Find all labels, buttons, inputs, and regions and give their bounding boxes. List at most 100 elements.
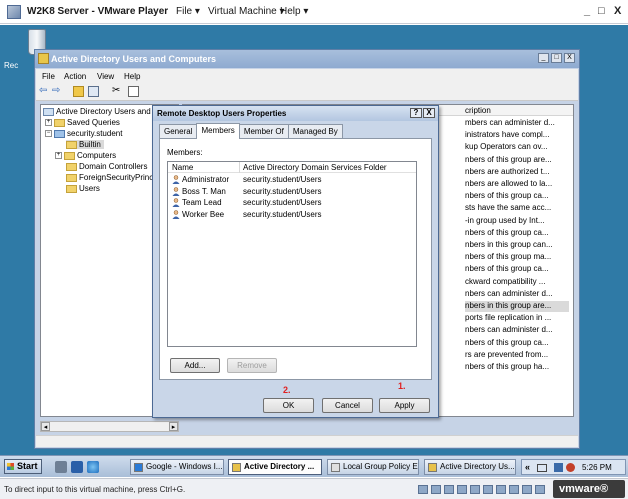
cancel-button[interactable]: Cancel	[322, 398, 373, 413]
members-list[interactable]: Name Active Directory Domain Services Fo…	[167, 161, 417, 347]
tree-horizontal-scrollbar[interactable]: ◂ ▸	[40, 421, 179, 432]
vmware-minimize-button[interactable]: _	[584, 5, 590, 17]
network-tray-icon[interactable]	[537, 464, 547, 472]
folder-column-header[interactable]: Active Directory Domain Services Folder	[243, 163, 387, 172]
properties-dialog: Remote Desktop Users Properties ? X Gene…	[152, 105, 439, 418]
group-description-row[interactable]: nbers of this group ca...	[465, 338, 569, 349]
scroll-right-icon[interactable]: ▸	[169, 422, 178, 431]
tree-saved-queries[interactable]: + Saved Queries	[45, 118, 120, 127]
display-icon[interactable]	[509, 485, 519, 494]
tree-users[interactable]: Users	[66, 184, 100, 193]
member-row[interactable]: Boss T. Man security.student/Users	[168, 186, 416, 197]
cut-icon[interactable]: ✂	[112, 86, 123, 97]
remove-button[interactable]: Remove	[227, 358, 277, 373]
tab-member-of[interactable]: Member Of	[238, 124, 289, 138]
alert-tray-icon[interactable]	[566, 463, 575, 472]
taskbar-button[interactable]: Google - Windows I...	[130, 459, 224, 475]
aduc-menu-view[interactable]: View	[97, 72, 114, 81]
group-description-row[interactable]: kup Operators can ov...	[465, 142, 569, 153]
expand-icon[interactable]: +	[55, 152, 62, 159]
taskbar-button[interactable]: Active Directory Us...	[424, 459, 516, 475]
group-description-row[interactable]: ckward compatibility ...	[465, 277, 569, 288]
usb-device-icon[interactable]	[470, 485, 480, 494]
name-column-header[interactable]: Name	[172, 163, 193, 172]
group-description-row[interactable]: ports file replication in ...	[465, 313, 569, 324]
show-tree-icon[interactable]	[88, 86, 99, 97]
vmware-menu-file[interactable]: File ▾	[176, 6, 200, 17]
group-description-row[interactable]: nbers of this group ha...	[465, 362, 569, 373]
aduc-titlebar[interactable]: Active Directory Users and Computers _ □…	[35, 50, 579, 68]
vmware-menu-virtual-machine[interactable]: Virtual Machine ▾	[208, 6, 285, 17]
hard-disk-icon[interactable]	[418, 485, 428, 494]
group-description-row[interactable]: nbers of this group ca...	[465, 228, 569, 239]
tray-expand-button[interactable]: «	[525, 462, 530, 472]
group-description-row[interactable]: nbers can administer d...	[465, 325, 569, 336]
internet-explorer-icon[interactable]	[87, 461, 99, 473]
add-button[interactable]: Add...	[170, 358, 220, 373]
server-manager-icon[interactable]	[55, 461, 67, 473]
forward-arrow-icon[interactable]: ⇨	[52, 86, 63, 97]
tab-members[interactable]: Members	[196, 123, 240, 139]
powershell-icon[interactable]	[71, 461, 83, 473]
group-description-row[interactable]: nbers are allowed to la...	[465, 179, 569, 190]
start-button[interactable]: Start	[4, 459, 42, 474]
group-description-row[interactable]: mbers can administer d...	[465, 118, 569, 129]
taskbar-button-label: Active Directory Us...	[440, 462, 515, 471]
aduc-maximize-button[interactable]: □	[551, 53, 562, 63]
collapse-icon[interactable]: −	[45, 130, 52, 137]
member-row[interactable]: Team Lead security.student/Users	[168, 197, 416, 208]
group-description-row[interactable]: nbers of this group ca...	[465, 264, 569, 275]
vmware-menu-help[interactable]: Help ▾	[280, 6, 308, 17]
group-description-row[interactable]: nbers of this group are...	[465, 155, 569, 166]
vmware-close-button[interactable]: X	[614, 5, 621, 17]
group-description-row[interactable]: inistrators have compl...	[465, 130, 569, 141]
taskbar-button[interactable]: Active Directory ...	[228, 459, 322, 475]
up-folder-icon[interactable]	[73, 86, 84, 97]
group-description-row[interactable]: nbers of this group ca...	[465, 191, 569, 202]
back-arrow-icon[interactable]: ⇦	[39, 86, 50, 97]
tree-root[interactable]: Active Directory Users and C	[43, 107, 159, 116]
aduc-menu-action[interactable]: Action	[64, 72, 86, 81]
group-description-row[interactable]: -in group used by Int...	[465, 216, 569, 227]
dialog-close-button[interactable]: X	[423, 108, 435, 118]
group-description-row[interactable]: nbers in this group can...	[465, 240, 569, 251]
taskbar-button[interactable]: Local Group Policy E...	[327, 459, 419, 475]
help-button[interactable]: ?	[410, 108, 422, 118]
apply-button[interactable]: Apply	[379, 398, 430, 413]
tree-foreign-security[interactable]: ForeignSecurityPrinci	[66, 173, 155, 182]
aduc-close-button[interactable]: X	[564, 53, 575, 63]
aduc-minimize-button[interactable]: _	[538, 53, 549, 63]
fullscreen-icon[interactable]	[535, 485, 545, 494]
group-description-row[interactable]: nbers are authorized t...	[465, 167, 569, 178]
vmware-maximize-button[interactable]: □	[598, 5, 605, 17]
ok-button[interactable]: OK	[263, 398, 314, 413]
tab-general[interactable]: General	[159, 124, 198, 138]
group-description-row[interactable]: nbers in this group are...	[465, 301, 569, 312]
group-description-row[interactable]: nbers of this group ma...	[465, 252, 569, 263]
message-icon[interactable]	[522, 485, 532, 494]
copy-icon[interactable]	[128, 86, 139, 97]
tree-domain[interactable]: − security.student	[45, 129, 122, 138]
scroll-left-icon[interactable]: ◂	[41, 422, 50, 431]
group-description-row[interactable]: rs are prevented from...	[465, 350, 569, 361]
group-description-row[interactable]: sts have the same acc...	[465, 203, 569, 214]
member-row[interactable]: Worker Bee security.student/Users	[168, 209, 416, 220]
description-column-header[interactable]: cription	[465, 106, 491, 115]
dialog-titlebar[interactable]: Remote Desktop Users Properties ? X	[153, 106, 438, 121]
sound-card-icon[interactable]	[483, 485, 493, 494]
group-description-row[interactable]: nbers can administer d...	[465, 289, 569, 300]
tree-domain-controllers[interactable]: Domain Controllers	[66, 162, 147, 171]
network-adapter-icon[interactable]	[457, 485, 467, 494]
expand-icon[interactable]: +	[45, 119, 52, 126]
action-center-icon[interactable]	[554, 463, 563, 472]
tab-managed-by[interactable]: Managed By	[287, 124, 343, 138]
printer-icon[interactable]	[496, 485, 506, 494]
floppy-icon[interactable]	[444, 485, 454, 494]
member-row[interactable]: Administrator security.student/Users	[168, 174, 416, 185]
clock[interactable]: 5:26 PM	[582, 463, 612, 472]
cd-drive-icon[interactable]	[431, 485, 441, 494]
tree-builtin[interactable]: Builtin	[66, 140, 104, 149]
tree-computers[interactable]: + Computers	[55, 151, 116, 160]
aduc-menu-file[interactable]: File	[42, 72, 55, 81]
aduc-menu-help[interactable]: Help	[124, 72, 140, 81]
